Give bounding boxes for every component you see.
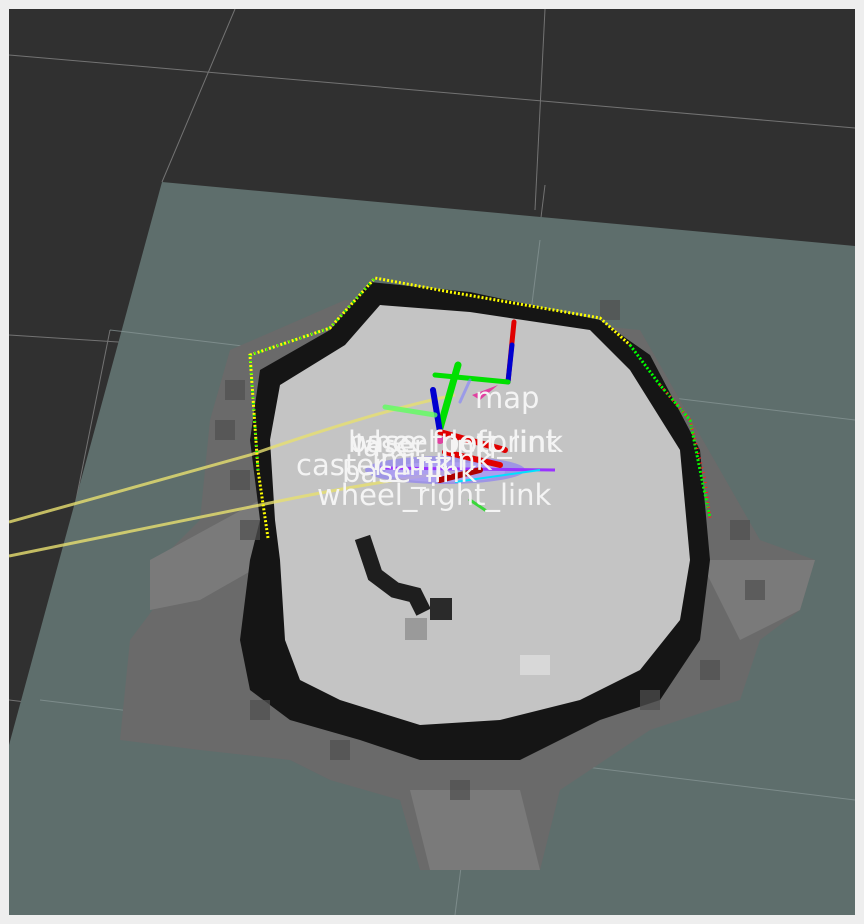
rviz-3d-viewport[interactable]: map base_footprint wheel_left_link laser… — [9, 9, 855, 915]
tf-label-wheel-right-link: wheel_right_link — [317, 478, 551, 512]
tf-label-map: map — [475, 381, 539, 415]
tf-label-imu-link: imu_link — [372, 443, 493, 477]
